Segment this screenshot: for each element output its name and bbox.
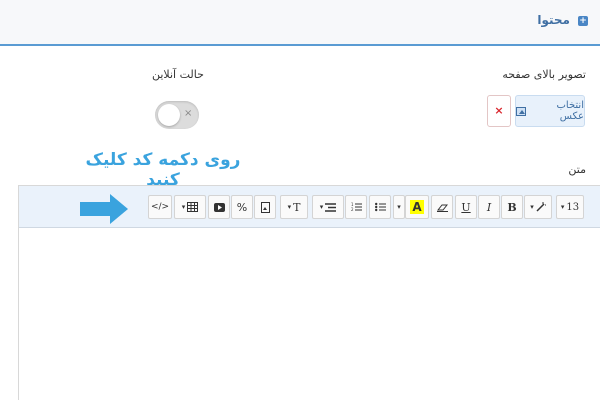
video-icon [213, 202, 225, 212]
header-image-label: تصویر بالای صفحه [502, 68, 586, 81]
insert-image-button[interactable] [254, 195, 276, 219]
link-button[interactable]: % [231, 195, 253, 219]
ordered-list-button[interactable]: 12 [345, 195, 367, 219]
online-mode-label: حالت آنلاین [152, 68, 204, 81]
paragraph-align-button[interactable]: ▾ [312, 195, 344, 219]
caret-down-icon: ▾ [560, 203, 565, 211]
code-view-button[interactable]: </> [148, 195, 172, 219]
ordered-list-icon: 12 [351, 202, 362, 212]
table-button[interactable]: ▾ [174, 195, 206, 219]
panel-title: محتوا [537, 13, 570, 27]
caret-down-icon: ▾ [181, 203, 186, 211]
eraser-icon [436, 204, 448, 212]
caret-down-icon: ▾ [287, 203, 292, 211]
clear-format-button[interactable] [431, 195, 453, 219]
arrow-right-icon [80, 194, 128, 224]
expand-icon[interactable]: + [578, 16, 588, 26]
panel-header: محتوا + [0, 0, 600, 46]
text-label: متن [568, 163, 586, 176]
caret-down-icon: ▾ [397, 203, 401, 211]
image-icon [516, 106, 526, 116]
editor-content-area[interactable] [19, 228, 600, 400]
font-size-label: 13 [566, 201, 580, 213]
highlight-color-button[interactable]: A [405, 195, 429, 219]
picture-icon [260, 201, 270, 213]
highlight-label: A [410, 200, 424, 214]
style-button[interactable]: ▾ [524, 195, 552, 219]
align-icon [325, 202, 337, 212]
italic-button[interactable]: I [478, 195, 500, 219]
underline-button[interactable]: U [455, 195, 477, 219]
toggle-off-icon: × [184, 108, 193, 119]
online-mode-toggle[interactable]: × [155, 101, 199, 129]
bold-button[interactable]: B [501, 195, 523, 219]
font-size-button[interactable]: ▾ 13 [556, 195, 584, 219]
instruction-annotation: روی دکمه کد کلیک کنید [85, 150, 241, 190]
select-image-label: انتخاب عکس [556, 100, 585, 122]
color-dropdown-button[interactable]: ▾ [393, 195, 405, 219]
toggle-knob [158, 104, 180, 126]
svg-text:2: 2 [351, 207, 354, 212]
remove-image-button[interactable]: × [487, 95, 511, 127]
table-icon [187, 202, 199, 212]
bullet-list-icon [374, 202, 386, 212]
video-button[interactable] [208, 195, 230, 219]
text-style-label: T [293, 200, 301, 214]
caret-down-icon: ▾ [530, 203, 534, 211]
magic-wand-icon [536, 202, 546, 212]
select-image-button[interactable]: انتخاب عکس [515, 95, 585, 127]
text-style-button[interactable]: ▾ T [280, 195, 308, 219]
unordered-list-button[interactable] [369, 195, 391, 219]
caret-down-icon: ▾ [319, 203, 324, 211]
